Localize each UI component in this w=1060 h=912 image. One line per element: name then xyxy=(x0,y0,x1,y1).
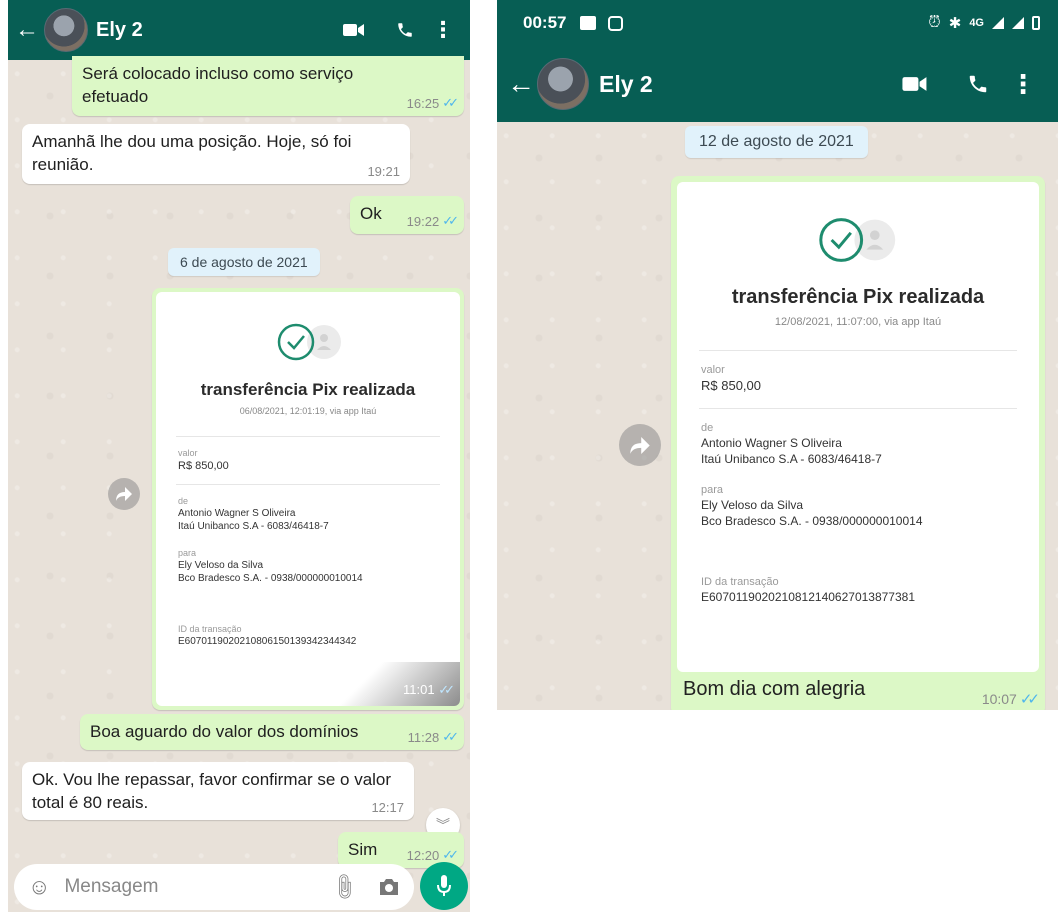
voice-call-icon[interactable] xyxy=(950,73,1006,95)
double-check-icon: ✓✓ xyxy=(442,213,459,228)
double-check-icon: ✓✓ xyxy=(1019,691,1040,708)
clock: 00:57 xyxy=(523,13,567,32)
network-type: 4G xyxy=(969,17,984,29)
date-separator: 12 de agosto de 2021 xyxy=(685,126,868,158)
battery-icon xyxy=(1032,16,1040,30)
valor-value: R$ 850,00 xyxy=(701,378,761,393)
chat-header: ← Ely 2 ⋮ xyxy=(8,0,470,60)
avatar[interactable] xyxy=(537,58,589,110)
status-bar: 00:57 ⏰︎ ✱ 4G xyxy=(497,0,1058,46)
emoji-icon[interactable]: ☺ xyxy=(28,874,50,900)
message-time: 10:07 ✓✓ xyxy=(981,691,1040,708)
divider xyxy=(176,436,440,437)
success-check-icon xyxy=(274,322,346,367)
transaction-id-value: E60701190202108061501393423443​42 xyxy=(178,636,357,647)
bluetooth-icon: ✱ xyxy=(948,15,962,32)
contact-name[interactable]: Ely 2 xyxy=(96,19,143,42)
message-time: 12:17 xyxy=(371,800,404,815)
back-arrow-icon[interactable]: ← xyxy=(507,68,535,100)
image-caption: Bom dia com alegria xyxy=(683,678,866,700)
outgoing-message[interactable]: Será colocado incluso como serviço efetu… xyxy=(72,56,464,116)
valor-label: valor xyxy=(701,364,725,376)
para-label: para xyxy=(178,548,197,558)
de-name: Antonio Wagner S Oliveira xyxy=(701,436,842,450)
image-time: 11:01 ✓✓ xyxy=(403,682,455,697)
message-time: 19:21 xyxy=(367,164,400,179)
more-options-icon[interactable]: ⋮ xyxy=(1006,69,1040,100)
avatar[interactable] xyxy=(44,8,88,52)
receipt-subtitle: 06/08/2021, 12:01:19, via app Itaú xyxy=(239,406,377,416)
para-bank: Bco Bradesco S.A. - 0938/000000010014 xyxy=(178,573,363,584)
para-name: Ely Veloso da Silva xyxy=(701,498,804,512)
de-bank: Itaú Unibanco S.A - 6083/46418-7 xyxy=(701,452,882,466)
receipt-title: transferência Pix realizada xyxy=(200,380,416,399)
message-input-bar[interactable]: ☺ Mensagem 📎︎ xyxy=(14,864,414,910)
valor-label: valor xyxy=(178,448,198,458)
message-input[interactable]: Mensagem xyxy=(64,876,158,898)
message-time: 16:25 ✓✓ xyxy=(406,95,459,111)
incoming-message[interactable]: Amanhã lhe dou uma posição. Hoje, só foi… xyxy=(22,124,410,184)
double-check-icon: ✓✓ xyxy=(442,729,459,744)
header-actions: ⋮ xyxy=(334,17,458,43)
incoming-message[interactable]: Ok. Vou lhe repassar, favor confirmar se… xyxy=(22,762,414,820)
receipt-subtitle: 12/08/2021, 11:07:00, via app Itaú xyxy=(774,316,942,328)
message-text: Amanhã lhe dou uma posição. Hoje, só foi… xyxy=(32,132,352,174)
video-call-icon[interactable] xyxy=(890,76,940,92)
double-check-icon: ✓✓ xyxy=(442,95,459,110)
divider xyxy=(699,350,1017,351)
pix-receipt-image[interactable]: transferência Pix realizada 06/08/2021, … xyxy=(156,292,460,706)
signal-icon xyxy=(992,17,1004,29)
mic-button[interactable] xyxy=(420,862,468,910)
de-bank: Itaú Unibanco S.A - 6083/46418-7 xyxy=(178,521,329,532)
transaction-id-label: ID da transação xyxy=(701,576,779,588)
instagram-notification-icon xyxy=(608,15,624,31)
message-text: Ok. Vou lhe repassar, favor confirmar se… xyxy=(32,770,392,812)
left-chat-screen: ← Ely 2 ⋮ Será colocado incluso como ser… xyxy=(8,0,470,912)
pix-receipt-image[interactable]: transferência Pix realizada 12/08/2021, … xyxy=(677,182,1039,672)
back-arrow-icon[interactable]: ← xyxy=(14,16,40,44)
divider xyxy=(176,484,440,485)
de-label: de xyxy=(701,422,714,434)
attach-icon[interactable]: 📎︎ xyxy=(327,870,361,904)
right-chat-screen: 00:57 ⏰︎ ✱ 4G ← Ely 2 ⋮ 12 de agosto de … xyxy=(497,0,1058,710)
double-check-icon: ✓✓ xyxy=(442,847,459,862)
de-name: Antonio Wagner S Oliveira xyxy=(178,508,296,519)
voice-call-icon[interactable] xyxy=(382,21,428,39)
message-text: Será colocado incluso como serviço efetu… xyxy=(82,64,354,106)
alarm-icon: ⏰︎ xyxy=(928,14,941,31)
contact-name[interactable]: Ely 2 xyxy=(599,71,653,98)
chat-header: ← Ely 2 ⋮ xyxy=(497,46,1058,122)
date-separator: 6 de agosto de 2021 xyxy=(168,248,320,276)
camera-icon[interactable] xyxy=(378,878,400,896)
para-bank: Bco Bradesco S.A. - 0938/000000010014 xyxy=(701,514,923,528)
para-label: para xyxy=(701,484,724,496)
valor-value: R$ 850,00 xyxy=(178,460,229,472)
divider xyxy=(699,408,1017,409)
success-check-icon xyxy=(813,216,903,269)
forward-icon[interactable] xyxy=(108,478,140,510)
de-label: de xyxy=(178,496,189,506)
transaction-id-value: E60701190202108121406270138773​81 xyxy=(701,590,916,604)
image-message[interactable]: transferência Pix realizada 06/08/2021, … xyxy=(152,288,464,710)
signal-icon xyxy=(1012,17,1024,29)
gallery-notification-icon xyxy=(580,16,597,30)
header-actions: ⋮ xyxy=(890,69,1040,100)
outgoing-message[interactable]: Ok 19:22 ✓✓ xyxy=(350,196,464,234)
message-time: 12:20 ✓✓ xyxy=(406,847,459,863)
mic-icon xyxy=(437,875,451,896)
image-message[interactable]: transferência Pix realizada 12/08/2021, … xyxy=(671,176,1045,710)
message-time: 19:22 ✓✓ xyxy=(406,213,459,229)
receipt-title: transferência Pix realizada xyxy=(731,286,985,308)
outgoing-message[interactable]: Boa aguardo do valor dos domínios 11:28 ✓… xyxy=(80,714,464,750)
message-time: 11:28 ✓✓ xyxy=(407,729,459,745)
message-text: Boa aguardo do valor dos domínios xyxy=(90,722,359,741)
video-call-icon[interactable] xyxy=(334,23,374,37)
forward-icon[interactable] xyxy=(619,424,661,466)
more-options-icon[interactable]: ⋮ xyxy=(428,17,458,43)
transaction-id-label: ID da transação xyxy=(178,624,242,634)
para-name: Ely Veloso da Silva xyxy=(178,560,264,571)
status-icons: ⏰︎ ✱ 4G xyxy=(928,14,1040,32)
